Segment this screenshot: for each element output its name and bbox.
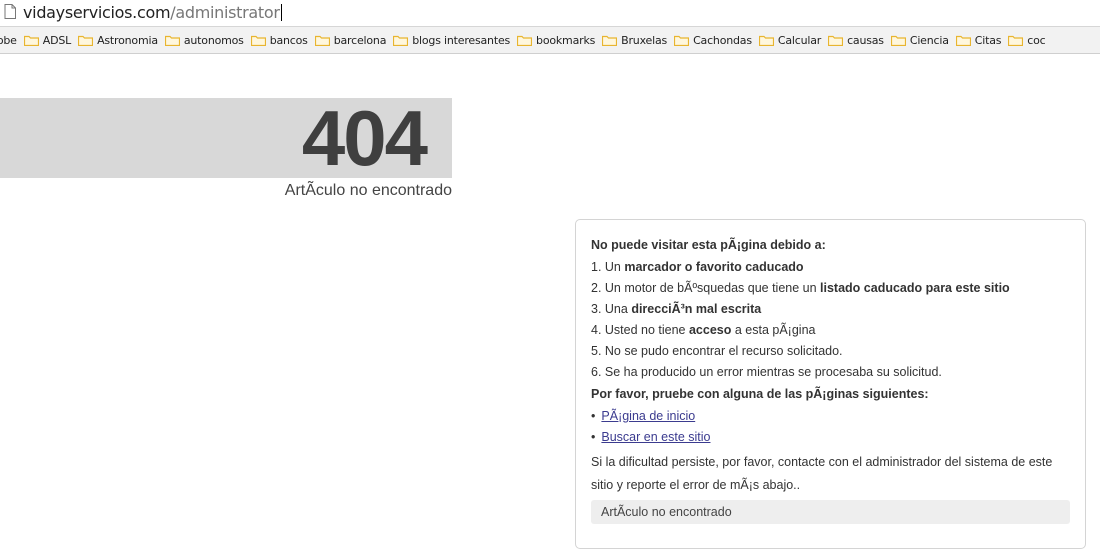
try-heading: Por favor, pruebe con alguna de las pÃ¡g… <box>591 387 929 401</box>
reason-item: 6. Se ha producido un error mientras se … <box>591 362 1070 383</box>
bookmark-folder[interactable]: Astronomia <box>78 34 158 47</box>
folder-icon <box>314 35 330 46</box>
reason-item: 5. No se pudo encontrar el recurso solic… <box>591 341 1070 362</box>
bookmark-label: coc <box>1027 34 1046 47</box>
reason-item: 1. Un marcador o favorito caducado <box>591 257 1070 278</box>
bookmark-folder[interactable]: autonomos <box>164 34 244 47</box>
bookmark-folder[interactable]: Cachondas <box>674 34 752 47</box>
bookmark-label: blogs interesantes <box>412 34 511 47</box>
error-detail-box: ArtÃculo no encontrado <box>591 500 1070 524</box>
list-item: PÃ¡gina de inicio <box>591 406 1070 427</box>
folder-icon <box>517 35 533 46</box>
bookmark-label: Astronomia <box>97 34 158 47</box>
error-code: 404 <box>301 94 428 182</box>
address-bar[interactable]: vidayservicios.com/administrator <box>0 0 1100 27</box>
reason-text-bold: direcciÃ³n mal escrita <box>631 302 762 316</box>
list-item: Buscar en este sitio <box>591 427 1070 448</box>
reason-text-pre: 4. Usted no tiene <box>591 323 689 337</box>
bookmark-label: ADSL <box>42 34 72 47</box>
url-host: vidayservicios.com <box>23 3 171 22</box>
error-subtitle: ArtÃculo no encontrado <box>284 182 452 199</box>
text-caret <box>280 4 282 21</box>
reason-text-post: a esta pÃ¡gina <box>731 323 816 337</box>
bookmark-folder[interactable]: bookmarks <box>517 34 595 47</box>
bookmark-folder[interactable]: causas <box>828 34 884 47</box>
folder-icon <box>674 35 690 46</box>
reason-item: 2. Un motor de bÃºsquedas que tiene un l… <box>591 278 1070 299</box>
persistence-note: Si la dificultad persiste, por favor, co… <box>591 455 1053 492</box>
home-page-link[interactable]: PÃ¡gina de inicio <box>601 409 695 423</box>
reason-text-bold: listado caducado para este sitio <box>820 281 1010 295</box>
reason-item: 3. Una direcciÃ³n mal escrita <box>591 299 1070 320</box>
bookmark-label: causas <box>847 34 884 47</box>
folder-icon <box>78 35 94 46</box>
folder-icon <box>828 35 844 46</box>
folder-icon <box>758 35 774 46</box>
folder-icon <box>164 35 180 46</box>
bookmark-label: Bruxelas <box>621 34 668 47</box>
reason-item: 4. Usted no tiene acceso a esta pÃ¡gina <box>591 320 1070 341</box>
url-text[interactable]: vidayservicios.com/administrator <box>23 3 282 23</box>
folder-icon <box>955 35 971 46</box>
bookmark-folder[interactable]: lobe <box>0 34 17 47</box>
folder-icon <box>602 35 618 46</box>
bookmarks-bar: lobe ADSL Astronomia autonomos bancos barcelo… <box>0 27 1100 54</box>
bookmarks-list: lobe ADSL Astronomia autonomos bancos barcelo… <box>0 27 1053 53</box>
page-icon <box>4 4 16 19</box>
folder-icon <box>393 35 409 46</box>
reason-text-pre: 1. Un <box>591 260 625 274</box>
reason-text-bold: acceso <box>688 323 732 337</box>
bookmark-label: lobe <box>0 34 17 47</box>
reason-text-pre: 2. Un motor de bÃºsquedas que tiene un <box>591 281 821 295</box>
bookmark-folder[interactable]: ADSL <box>23 34 72 47</box>
bookmark-label: bancos <box>269 34 308 47</box>
error-code-band: 404 <box>0 98 452 178</box>
search-site-link[interactable]: Buscar en este sitio <box>601 430 710 444</box>
bookmark-folder[interactable]: Calcular <box>758 34 822 47</box>
bookmark-label: Citas <box>974 34 1002 47</box>
reasons-heading: No puede visitar esta pÃ¡gina debido a: <box>591 238 826 252</box>
bookmark-label: barcelona <box>333 34 387 47</box>
bookmark-folder[interactable]: Bruxelas <box>602 34 667 47</box>
bookmark-folder[interactable]: coc <box>1008 34 1046 47</box>
folder-icon <box>890 35 906 46</box>
folder-icon <box>250 35 266 46</box>
folder-icon <box>23 35 39 46</box>
reason-text-pre: 3. Una <box>591 302 632 316</box>
bookmark-folder[interactable]: bancos <box>250 34 308 47</box>
reasons-list: 1. Un marcador o favorito caducado 2. Un … <box>591 257 1070 383</box>
reason-text-bold: marcador o favorito caducado <box>624 260 804 274</box>
bookmark-label: Ciencia <box>909 34 949 47</box>
bookmark-folder[interactable]: Ciencia <box>890 34 949 47</box>
suggested-pages-list: PÃ¡gina de inicio Buscar en este sitio <box>591 406 1070 448</box>
folder-icon <box>1008 35 1024 46</box>
bookmark-folder[interactable]: blogs interesantes <box>393 34 510 47</box>
error-info-card: No puede visitar esta pÃ¡gina debido a: … <box>575 219 1086 549</box>
reason-text-pre: 5. No se pudo encontrar el recurso solic… <box>591 344 843 358</box>
bookmark-label: bookmarks <box>536 34 596 47</box>
bookmark-label: Cachondas <box>693 34 752 47</box>
bookmark-label: Calcular <box>777 34 822 47</box>
bookmark-label: autonomos <box>183 34 244 47</box>
bookmark-folder[interactable]: Citas <box>955 34 1002 47</box>
reason-text-pre: 6. Se ha producido un error mientras se … <box>591 365 942 379</box>
url-path: /administrator <box>170 3 280 22</box>
bookmark-folder[interactable]: barcelona <box>314 34 387 47</box>
